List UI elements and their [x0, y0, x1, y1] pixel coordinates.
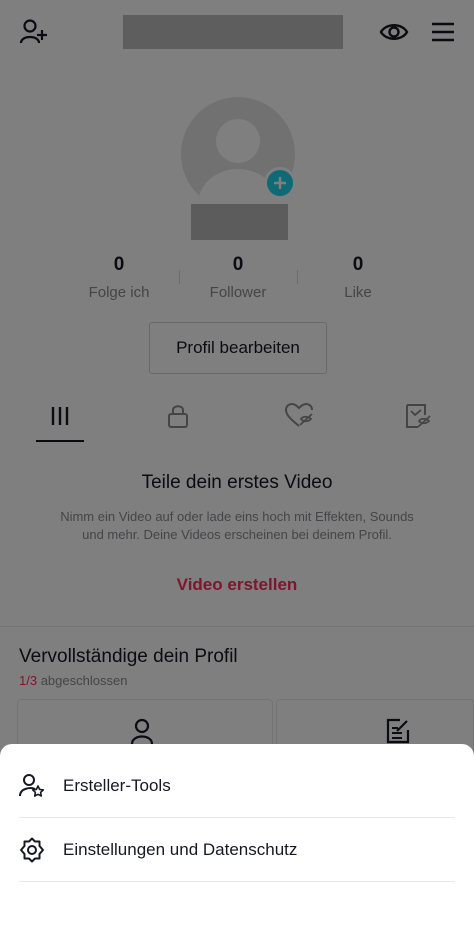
sheet-item-settings-privacy[interactable]: Einstellungen und Datenschutz [0, 818, 474, 882]
settings-privacy-label: Einstellungen und Datenschutz [63, 840, 298, 859]
sheet-divider [19, 881, 455, 882]
creator-tools-label: Ersteller-Tools [63, 776, 171, 795]
settings-gear-icon [18, 836, 46, 864]
sheet-item-creator-tools[interactable]: Ersteller-Tools [0, 754, 474, 818]
creator-tools-icon [18, 772, 46, 800]
bottom-sheet: Ersteller-Tools Einstellungen und Datens… [0, 744, 474, 943]
